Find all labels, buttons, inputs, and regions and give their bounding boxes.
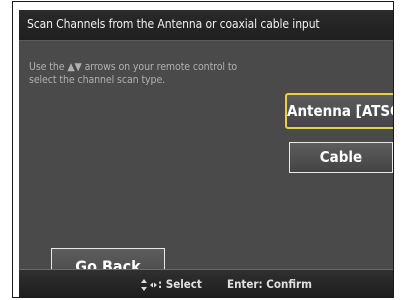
- antenna-atsc-button[interactable]: Antenna [ATSC]: [285, 93, 393, 129]
- confirm-hint: Enter: Confirm: [227, 277, 312, 291]
- screenshot-frame: Scan Channels from the Antenna or coaxia…: [12, 1, 394, 298]
- instruction-text: Use the ▲▼ arrows on your remote control…: [29, 61, 238, 86]
- page-title: Scan Channels from the Antenna or coaxia…: [27, 17, 320, 31]
- title-bar: Scan Channels from the Antenna or coaxia…: [19, 10, 393, 41]
- scan-type-panel: Use the ▲▼ arrows on your remote control…: [19, 41, 393, 286]
- select-hint: : Select: [141, 277, 202, 291]
- cable-label: Cable: [319, 148, 363, 166]
- channel-scan-screen: Scan Channels from the Antenna or coaxia…: [19, 10, 393, 297]
- cable-button[interactable]: Cable: [289, 142, 393, 173]
- antenna-atsc-label: Antenna [ATSC]: [287, 102, 393, 120]
- select-hint-label: : Select: [158, 277, 202, 291]
- up-down-left-right-arrows-icon: [141, 278, 157, 291]
- footer-hint-bar: : Select Enter: Confirm: [19, 269, 393, 297]
